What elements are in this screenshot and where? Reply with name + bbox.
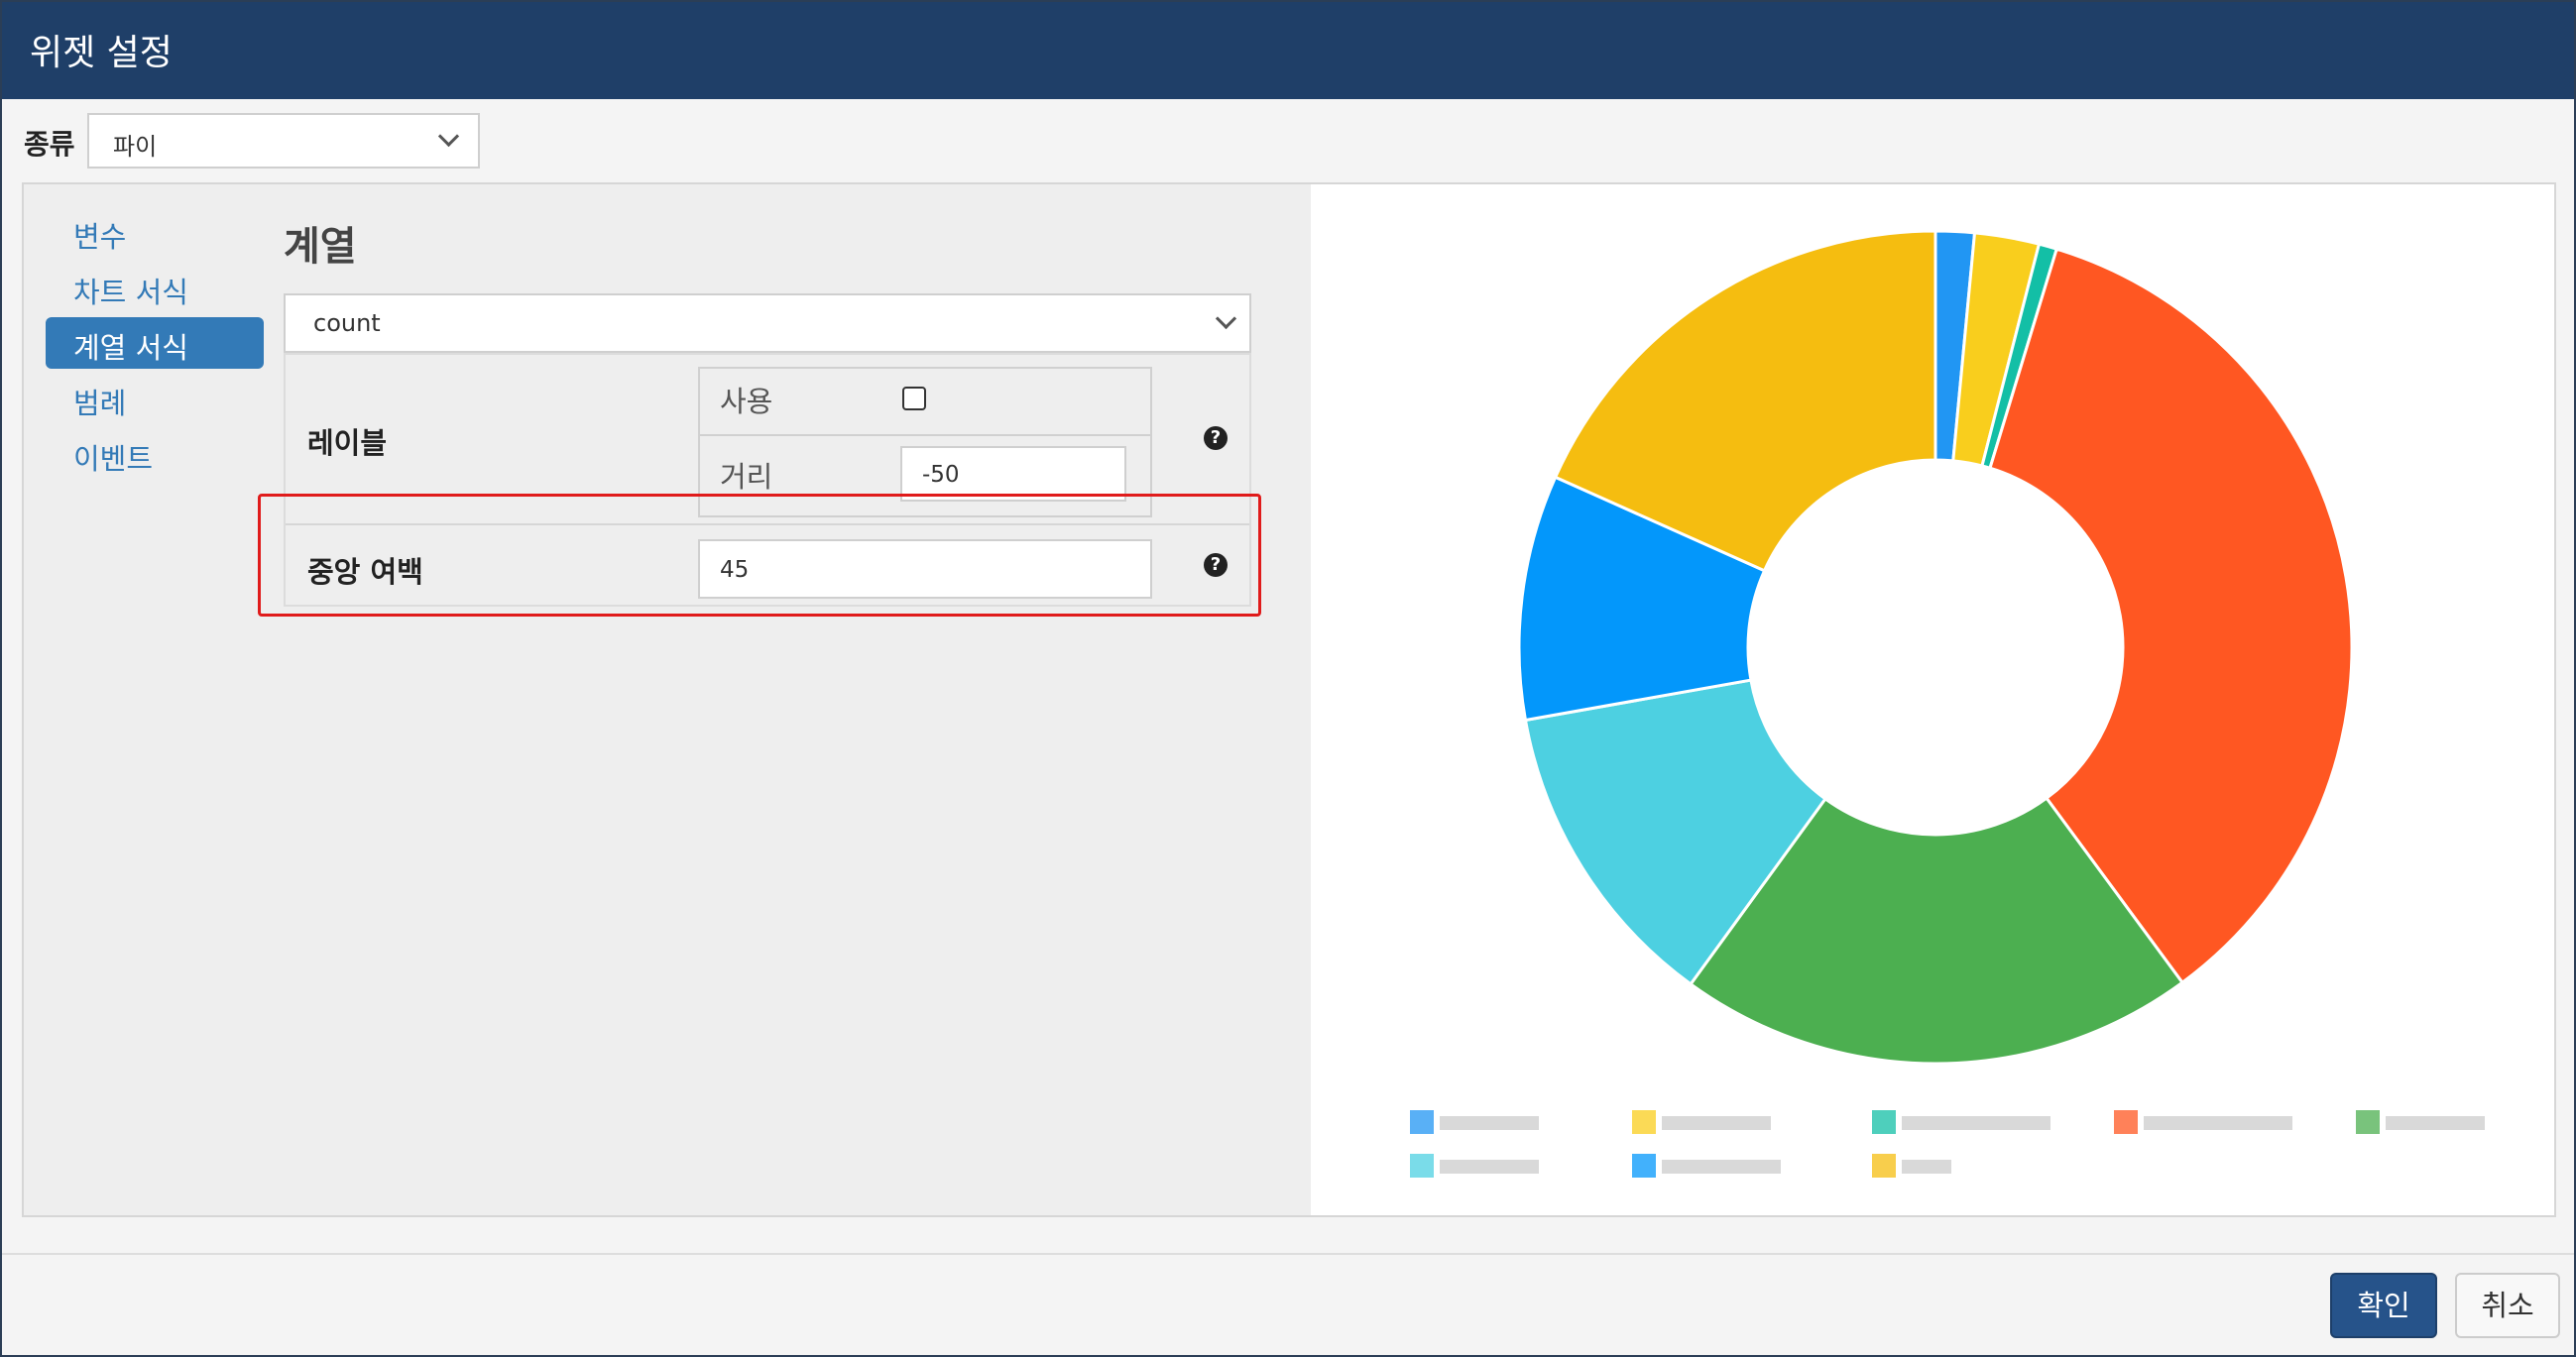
donut-chart bbox=[1517, 229, 2354, 1066]
widget-settings-dialog: 위젯 설정 종류 파이 변수 차트 서식 계열 서식 범례 이벤트 계열 cou… bbox=[0, 0, 2576, 1357]
type-label: 종류 bbox=[24, 128, 75, 161]
use-label-checkbox[interactable] bbox=[902, 387, 926, 410]
series-select[interactable]: count bbox=[284, 293, 1251, 353]
help-icon[interactable]: ? bbox=[1204, 426, 1228, 450]
footer-divider bbox=[2, 1253, 2574, 1255]
dialog-title: 위젯 설정 bbox=[30, 33, 173, 73]
label-row-label: 레이블 bbox=[307, 426, 388, 460]
chart-preview bbox=[1311, 184, 2554, 1215]
ok-button[interactable]: 확인 bbox=[2330, 1273, 2437, 1338]
type-select[interactable]: 파이 bbox=[87, 113, 480, 169]
section-title: 계열 bbox=[284, 224, 357, 270]
highlight-box bbox=[258, 494, 1261, 617]
settings-panel: 변수 차트 서식 계열 서식 범례 이벤트 계열 count 레이블 사용 거리… bbox=[22, 182, 2556, 1217]
type-select-value: 파이 bbox=[113, 133, 158, 161]
nav-item-variables[interactable]: 변수 bbox=[46, 206, 264, 258]
chevron-down-icon bbox=[437, 125, 460, 148]
chevron-down-icon bbox=[1215, 307, 1237, 330]
series-select-value: count bbox=[313, 309, 381, 337]
nav-item-legend[interactable]: 범례 bbox=[46, 373, 264, 424]
nav-item-events[interactable]: 이벤트 bbox=[46, 428, 264, 480]
cancel-button[interactable]: 취소 bbox=[2455, 1273, 2560, 1338]
nav-item-chart-format[interactable]: 차트 서식 bbox=[46, 262, 264, 313]
divider bbox=[700, 434, 1150, 436]
use-label: 사용 bbox=[720, 385, 773, 418]
dialog-titlebar: 위젯 설정 bbox=[2, 2, 2574, 99]
distance-label: 거리 bbox=[720, 460, 773, 494]
nav-item-series-format[interactable]: 계열 서식 bbox=[46, 317, 264, 369]
